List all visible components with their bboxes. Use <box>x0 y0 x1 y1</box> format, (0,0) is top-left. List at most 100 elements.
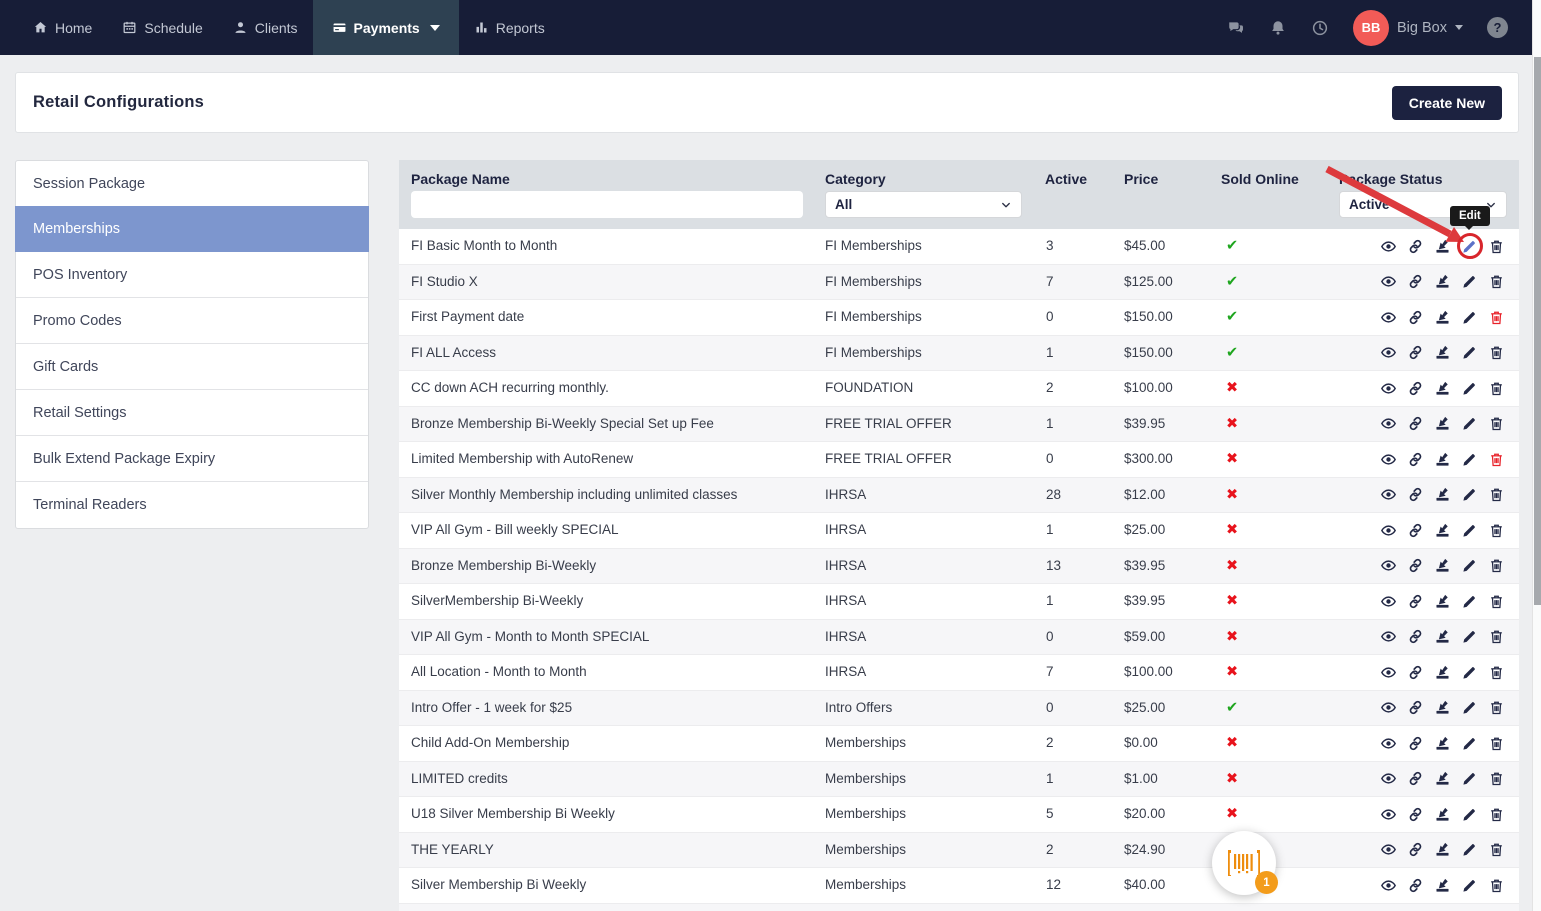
export-icon[interactable] <box>1434 415 1451 432</box>
view-eye-icon[interactable] <box>1380 628 1397 645</box>
export-icon[interactable] <box>1434 735 1451 752</box>
delete-trash-icon[interactable] <box>1488 628 1505 645</box>
view-eye-icon[interactable] <box>1380 770 1397 787</box>
link-icon[interactable] <box>1407 770 1424 787</box>
link-icon[interactable] <box>1407 664 1424 681</box>
link-icon[interactable] <box>1407 451 1424 468</box>
link-icon[interactable] <box>1407 841 1424 858</box>
link-icon[interactable] <box>1407 699 1424 716</box>
edit-pencil-icon[interactable] <box>1461 806 1478 823</box>
edit-pencil-icon[interactable] <box>1461 841 1478 858</box>
sidebar-item-promo-codes[interactable]: Promo Codes <box>16 298 368 344</box>
view-eye-icon[interactable] <box>1380 664 1397 681</box>
edit-pencil-icon[interactable] <box>1461 877 1478 894</box>
edit-pencil-icon[interactable] <box>1461 380 1478 397</box>
view-eye-icon[interactable] <box>1380 238 1397 255</box>
delete-trash-icon[interactable] <box>1488 273 1505 290</box>
view-eye-icon[interactable] <box>1380 344 1397 361</box>
view-eye-icon[interactable] <box>1380 593 1397 610</box>
view-eye-icon[interactable] <box>1380 699 1397 716</box>
delete-trash-icon[interactable] <box>1488 806 1505 823</box>
delete-trash-icon[interactable] <box>1488 486 1505 503</box>
sidebar-item-bulk-extend-package-expiry[interactable]: Bulk Extend Package Expiry <box>16 436 368 482</box>
edit-pencil-icon[interactable] <box>1461 735 1478 752</box>
link-icon[interactable] <box>1407 380 1424 397</box>
delete-trash-icon[interactable] <box>1488 593 1505 610</box>
link-icon[interactable] <box>1407 522 1424 539</box>
link-icon[interactable] <box>1407 735 1424 752</box>
delete-trash-icon[interactable] <box>1488 309 1505 326</box>
link-icon[interactable] <box>1407 344 1424 361</box>
delete-trash-icon[interactable] <box>1488 735 1505 752</box>
category-filter-select[interactable]: All <box>825 191 1022 218</box>
edit-pencil-icon[interactable] <box>1461 628 1478 645</box>
view-eye-icon[interactable] <box>1380 806 1397 823</box>
link-icon[interactable] <box>1407 273 1424 290</box>
edit-pencil-icon[interactable] <box>1461 486 1478 503</box>
view-eye-icon[interactable] <box>1380 451 1397 468</box>
delete-trash-icon[interactable] <box>1488 699 1505 716</box>
view-eye-icon[interactable] <box>1380 735 1397 752</box>
sidebar-item-retail-settings[interactable]: Retail Settings <box>16 390 368 436</box>
export-icon[interactable] <box>1434 486 1451 503</box>
export-icon[interactable] <box>1434 841 1451 858</box>
view-eye-icon[interactable] <box>1380 309 1397 326</box>
delete-trash-icon[interactable] <box>1488 877 1505 894</box>
sidebar-item-pos-inventory[interactable]: POS Inventory <box>16 252 368 298</box>
edit-pencil-icon[interactable] <box>1461 238 1478 255</box>
view-eye-icon[interactable] <box>1380 877 1397 894</box>
chat-icon[interactable] <box>1227 19 1245 37</box>
delete-trash-icon[interactable] <box>1488 238 1505 255</box>
export-icon[interactable] <box>1434 806 1451 823</box>
view-eye-icon[interactable] <box>1380 522 1397 539</box>
link-icon[interactable] <box>1407 415 1424 432</box>
sidebar-item-terminal-readers[interactable]: Terminal Readers <box>16 482 368 528</box>
link-icon[interactable] <box>1407 238 1424 255</box>
sidebar-item-memberships[interactable]: Memberships <box>15 206 369 252</box>
edit-pencil-icon[interactable] <box>1461 699 1478 716</box>
help-icon[interactable]: ? <box>1487 17 1508 38</box>
view-eye-icon[interactable] <box>1380 557 1397 574</box>
view-eye-icon[interactable] <box>1380 380 1397 397</box>
delete-trash-icon[interactable] <box>1488 451 1505 468</box>
edit-pencil-icon[interactable] <box>1461 273 1478 290</box>
export-icon[interactable] <box>1434 628 1451 645</box>
nav-item-payments[interactable]: Payments <box>313 0 459 55</box>
nav-item-schedule[interactable]: Schedule <box>107 0 217 55</box>
delete-trash-icon[interactable] <box>1488 380 1505 397</box>
link-icon[interactable] <box>1407 877 1424 894</box>
link-icon[interactable] <box>1407 309 1424 326</box>
export-icon[interactable] <box>1434 451 1451 468</box>
edit-pencil-icon[interactable] <box>1461 522 1478 539</box>
bell-icon[interactable] <box>1269 19 1287 37</box>
sidebar-item-session-package[interactable]: Session Package <box>16 161 368 207</box>
edit-pencil-icon[interactable] <box>1461 344 1478 361</box>
export-icon[interactable] <box>1434 770 1451 787</box>
link-icon[interactable] <box>1407 486 1424 503</box>
edit-pencil-icon[interactable] <box>1461 664 1478 681</box>
export-icon[interactable] <box>1434 877 1451 894</box>
view-eye-icon[interactable] <box>1380 486 1397 503</box>
export-icon[interactable] <box>1434 273 1451 290</box>
nav-item-home[interactable]: Home <box>18 0 107 55</box>
delete-trash-icon[interactable] <box>1488 415 1505 432</box>
link-icon[interactable] <box>1407 593 1424 610</box>
edit-pencil-icon[interactable] <box>1461 309 1478 326</box>
page-scrollbar[interactable] <box>1532 0 1541 911</box>
export-icon[interactable] <box>1434 664 1451 681</box>
clock-icon[interactable] <box>1311 19 1329 37</box>
view-eye-icon[interactable] <box>1380 841 1397 858</box>
link-icon[interactable] <box>1407 628 1424 645</box>
nav-item-clients[interactable]: Clients <box>218 0 313 55</box>
export-icon[interactable] <box>1434 557 1451 574</box>
export-icon[interactable] <box>1434 380 1451 397</box>
scrollbar-thumb[interactable] <box>1534 57 1541 605</box>
export-icon[interactable] <box>1434 699 1451 716</box>
link-icon[interactable] <box>1407 806 1424 823</box>
avatar[interactable]: BB <box>1353 10 1389 46</box>
export-icon[interactable] <box>1434 309 1451 326</box>
export-icon[interactable] <box>1434 522 1451 539</box>
sidebar-item-gift-cards[interactable]: Gift Cards <box>16 344 368 390</box>
export-icon[interactable] <box>1434 344 1451 361</box>
package-name-filter-input[interactable] <box>411 191 803 218</box>
